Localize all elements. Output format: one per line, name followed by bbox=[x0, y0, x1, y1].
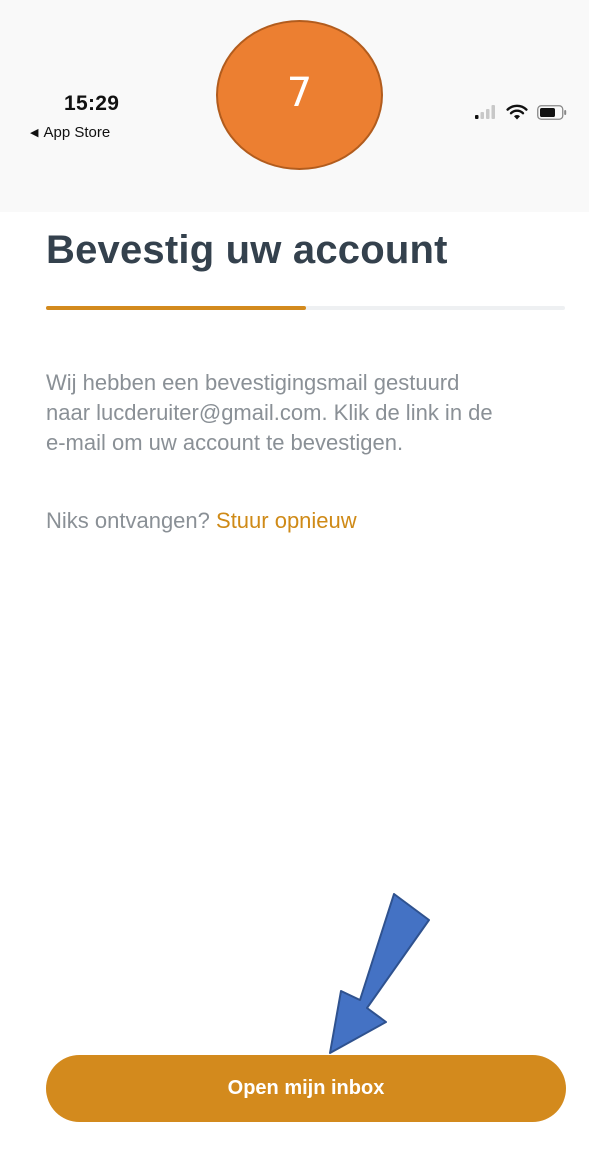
status-icons bbox=[475, 104, 567, 120]
open-inbox-button[interactable]: Open mijn inbox bbox=[46, 1055, 566, 1122]
step-number-badge: 7 bbox=[216, 20, 383, 170]
back-to-app-store-link[interactable]: ◀ App Store bbox=[30, 124, 110, 141]
message-line: e-mail om uw account te bevestigen. bbox=[46, 430, 404, 455]
cellular-signal-icon bbox=[475, 105, 495, 119]
progress-bar bbox=[46, 306, 565, 310]
back-app-label: App Store bbox=[43, 124, 111, 141]
resend-row: Niks ontvangen? Stuur opnieuw bbox=[46, 508, 357, 534]
message-line: naar lucderuiter@gmail.com. Klik de link… bbox=[46, 400, 493, 425]
wifi-icon bbox=[506, 104, 528, 120]
back-triangle-icon: ◀ bbox=[30, 127, 39, 139]
resend-link[interactable]: Stuur opnieuw bbox=[216, 508, 357, 533]
progress-bar-fill bbox=[46, 306, 306, 310]
resend-prompt: Niks ontvangen? bbox=[46, 508, 210, 533]
message-line: Wij hebben een bevestigingsmail gestuurd bbox=[46, 370, 460, 395]
page-title: Bevestig uw account bbox=[46, 228, 448, 272]
battery-icon bbox=[537, 104, 567, 120]
status-time: 15:29 bbox=[64, 92, 120, 115]
arrow-annotation-icon bbox=[329, 893, 430, 1054]
confirmation-message: Wij hebben een bevestigingsmail gestuurd… bbox=[46, 368, 576, 458]
